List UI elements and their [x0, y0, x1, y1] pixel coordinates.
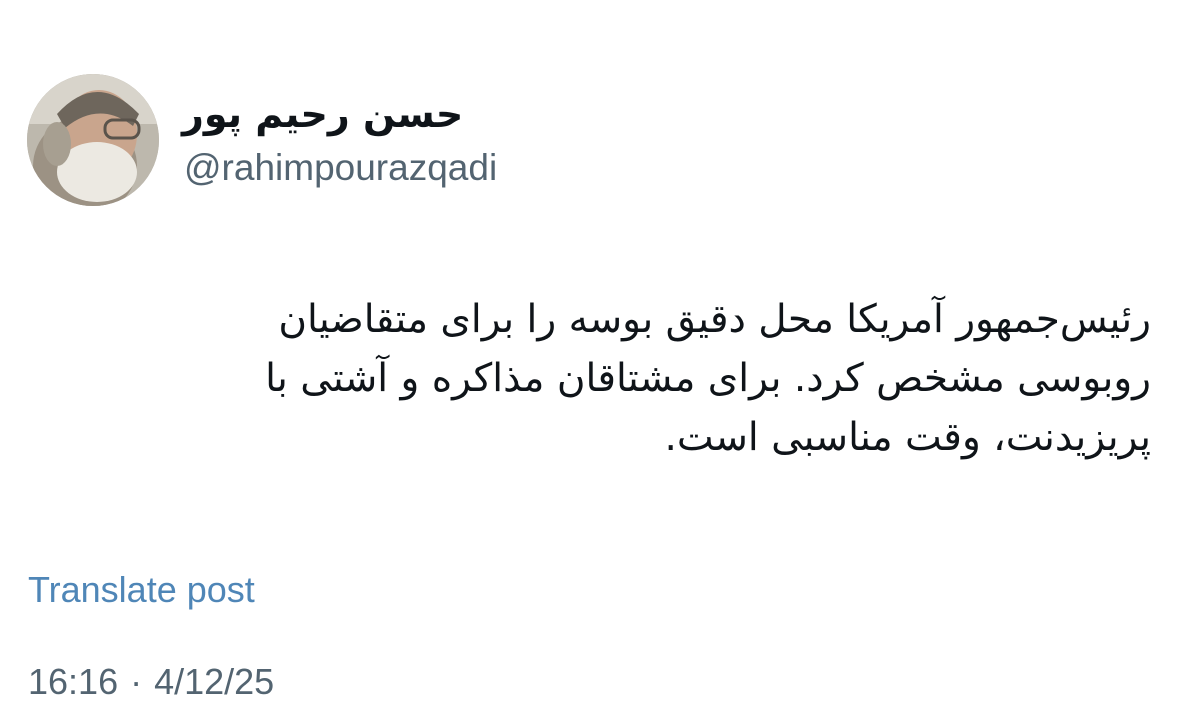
post-time: 16:16: [28, 661, 119, 702]
avatar-photo-icon: [27, 74, 159, 206]
post-text-line: پریزیدنت، وقت مناسبی است.: [664, 415, 1151, 460]
post-text: رئیس‌جمهور آمریکا محل دقیق بوسه را برای …: [51, 290, 1151, 467]
translate-post-link[interactable]: Translate post: [28, 566, 255, 614]
post-text-line: رئیس‌جمهور آمریکا محل دقیق بوسه را برای …: [278, 297, 1151, 342]
author-handle[interactable]: @rahimpourazqadi: [184, 146, 497, 190]
author-avatar[interactable]: [27, 74, 159, 206]
meta-separator: ·: [130, 661, 143, 702]
post-date: 4/12/25: [154, 661, 275, 702]
post-text-line: روبوسی مشخص کرد. برای مشتاقان مذاکره و آ…: [265, 356, 1151, 401]
post-timestamp[interactable]: 16:16 · 4/12/25: [28, 658, 274, 706]
author-display-name[interactable]: حسن رحیم پور: [182, 92, 502, 136]
